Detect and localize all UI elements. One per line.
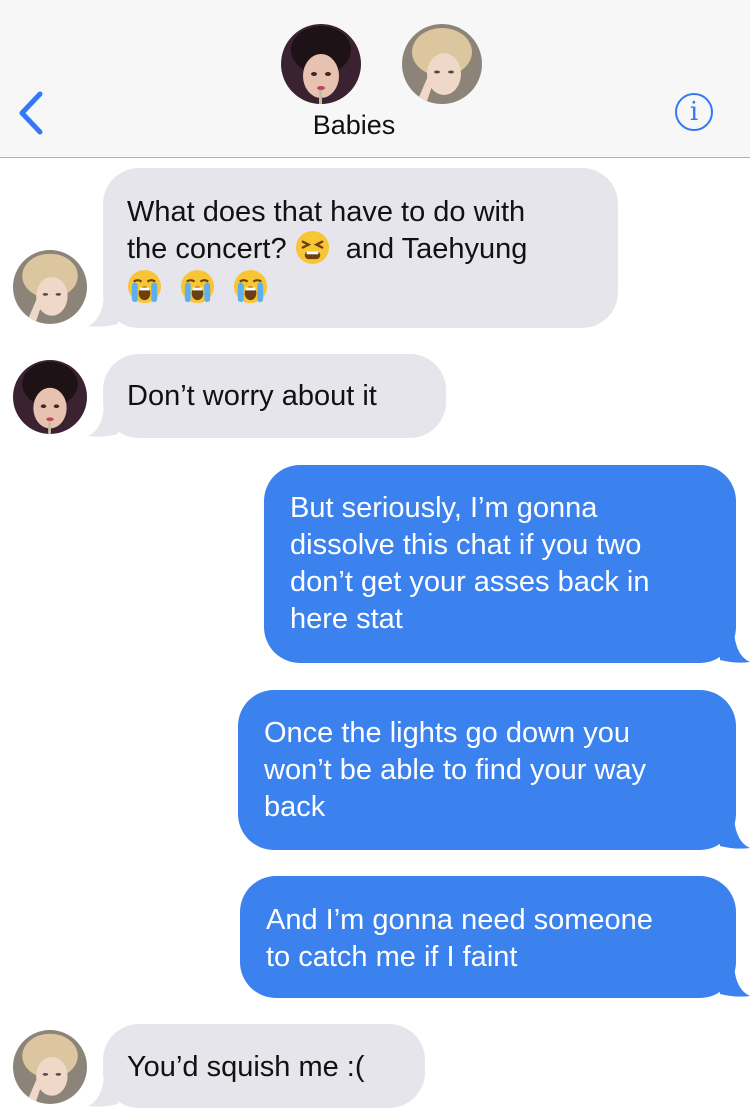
message-text-line: here stat	[290, 603, 403, 635]
message-text-line: back	[264, 791, 326, 823]
loudly-crying-face-emoji	[234, 269, 268, 303]
message-bubble[interactable]: You’d squish me :(	[103, 1024, 425, 1108]
group-name[interactable]: Babies	[0, 110, 708, 141]
message-text-line: won’t be able to find your way	[264, 754, 647, 786]
info-button[interactable]: i	[675, 93, 713, 131]
message-bubble[interactable]: And I’m gonna need someone to catch me i…	[240, 876, 736, 998]
message-bubble[interactable]: What does that have to do with the conce…	[103, 168, 618, 328]
message-text-line: dissolve this chat if you two	[290, 529, 642, 561]
message-bubble[interactable]: Once the lights go down you won’t be abl…	[238, 690, 736, 850]
message-text-line: And I’m gonna need someone	[266, 904, 653, 936]
message-text-line: to catch me if I faint	[266, 941, 518, 973]
conversation-header: Babies i	[0, 0, 750, 158]
sender-avatar-dark-hair[interactable]	[13, 360, 87, 434]
sender-avatar-blond-hair[interactable]	[13, 1030, 87, 1104]
member-avatar-dark-hair[interactable]	[281, 24, 361, 104]
emoji-row	[127, 269, 594, 307]
message-text-line: don’t get your asses back in	[290, 566, 650, 598]
message-text-line: Once the lights go down you	[264, 717, 630, 749]
loudly-crying-face-emoji	[181, 269, 215, 303]
message-text-line: But seriously, I’m gonna	[290, 492, 598, 524]
message-text: Don’t worry about it	[127, 380, 377, 412]
message-bubble[interactable]: Don’t worry about it	[103, 354, 446, 438]
message-text: You’d squish me :(	[127, 1051, 365, 1083]
loudly-crying-face-emoji	[127, 269, 162, 303]
sender-avatar-blond-hair[interactable]	[13, 250, 87, 324]
info-icon: i	[689, 97, 699, 127]
messages-screen: Babies i What does that have to do with …	[0, 0, 750, 1116]
tired-face-emoji	[295, 230, 329, 264]
message-bubble[interactable]: But seriously, I’m gonna dissolve this c…	[264, 465, 736, 663]
member-avatar-blond-hair[interactable]	[402, 24, 482, 104]
message-text-line: the concert? and Taehyung	[127, 230, 594, 268]
message-text-line: What does that have to do with	[127, 196, 526, 228]
